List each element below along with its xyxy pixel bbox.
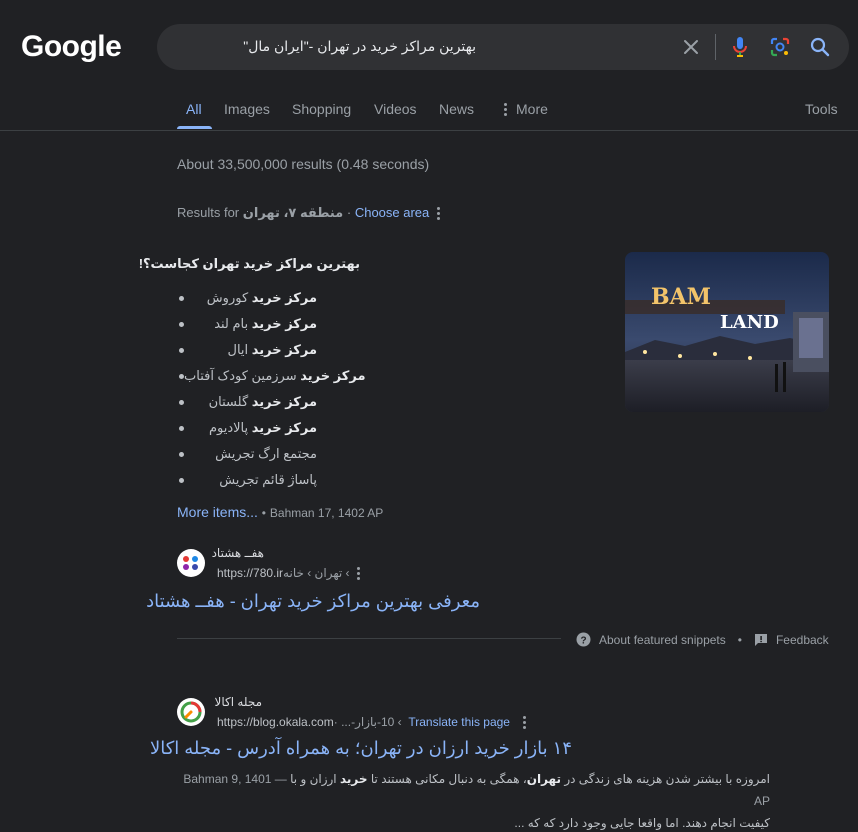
site-name: مجله اکالا xyxy=(214,695,262,709)
results-for-area: Results for منطقه ۷، تهران · Choose area xyxy=(177,205,429,221)
featured-footer: ? About featured snippets • Feedback xyxy=(576,632,829,647)
translate-link[interactable]: Translate this page xyxy=(408,715,510,729)
list-item-text: ایال xyxy=(227,342,252,357)
tab-more[interactable]: More xyxy=(516,101,548,117)
about-featured-snippets-link[interactable]: About featured snippets xyxy=(599,633,726,647)
google-logo[interactable]: Google xyxy=(21,30,122,64)
help-icon: ? xyxy=(576,632,591,647)
list-item-bold: مرکز خرید xyxy=(251,316,317,331)
site-name: هفــ هشتاد xyxy=(211,546,264,560)
site-url[interactable]: https://blog.okala.com › 10-بازار-... · … xyxy=(217,715,510,729)
list-item: مرکز خرید ایال xyxy=(177,337,317,363)
more-items-row: More items... • Bahman 17, 1402 AP xyxy=(177,504,383,520)
list-item: مرکز خرید پالادیوم xyxy=(177,415,317,441)
tab-all[interactable]: All xyxy=(186,101,202,117)
site-favicon-okala[interactable] xyxy=(177,698,205,726)
list-item-bold: مرکز خرید xyxy=(251,290,317,305)
list-item-text: پالادیوم xyxy=(208,420,252,435)
featured-dot: • xyxy=(261,506,266,520)
result-snippet: امروزه با بیشتر شدن هزینه های زندگی در ت… xyxy=(170,768,770,832)
list-item-bold: مرکز خرید xyxy=(300,368,366,383)
featured-snippet-title: بهترین مراکز خرید تهران کجاست؟! xyxy=(138,256,360,271)
search-icon[interactable] xyxy=(808,35,832,59)
results-for-prefix: Results for xyxy=(177,205,240,220)
list-item: مجتمع ارگ تجریش xyxy=(177,441,317,467)
snippet-line-2: کیفیت انجام دهند. اما واقعا جایی وجود دا… xyxy=(514,816,770,830)
list-item: مرکز خرید کوروش xyxy=(177,285,317,311)
list-item: مرکز خرید سرزمین کودک آفتاب xyxy=(177,363,366,389)
search-input[interactable]: بهترین مراکز خرید در تهران -"ایران مال" xyxy=(243,38,476,55)
snippet-line-1: امروزه با بیشتر شدن هزینه های زندگی در ت… xyxy=(183,772,770,808)
feedback-icon xyxy=(754,633,767,646)
list-item-text: سرزمین کودک آفتاب xyxy=(184,368,301,383)
bamland-sign-b: LAND xyxy=(720,312,779,333)
list-item: مرکز خرید گلستان xyxy=(177,389,317,415)
list-item: مرکز خرید بام لند xyxy=(177,311,317,337)
results-for-location: منطقه ۷، تهران xyxy=(242,205,344,220)
site-breadcrumb: › تهران › خانه xyxy=(283,566,353,580)
list-item-text: گلستان xyxy=(208,394,252,409)
featured-snippet-list: مرکز خرید کوروش مرکز خرید بام لند مرکز خ… xyxy=(177,285,366,493)
tab-videos[interactable]: Videos xyxy=(374,101,417,117)
footer-dot: • xyxy=(737,632,742,647)
tab-shopping[interactable]: Shopping xyxy=(292,101,351,117)
search-separator xyxy=(715,34,716,60)
site-url-text: https://780.ir xyxy=(217,566,284,580)
list-item-bold: مرکز خرید xyxy=(251,342,317,357)
list-item-text: مجتمع ارگ تجریش xyxy=(215,446,317,461)
featured-image[interactable]: BAM LAND xyxy=(625,252,829,412)
tab-images[interactable]: Images xyxy=(224,101,270,117)
result-menu-icon[interactable] xyxy=(522,716,526,729)
list-item-text: کوروش xyxy=(206,290,252,305)
site-url[interactable]: https://780.ir › تهران › خانه xyxy=(217,566,353,580)
clear-icon[interactable] xyxy=(679,35,703,59)
result-title-link[interactable]: معرفی بهترین مراکز خرید تهران - هفــ هشت… xyxy=(146,591,480,612)
results-for-menu-icon[interactable] xyxy=(436,207,440,220)
tabs-divider xyxy=(0,130,858,131)
more-vertical-icon[interactable] xyxy=(503,103,507,116)
site-url-text: https://blog.okala.com xyxy=(217,715,334,729)
result-menu-icon[interactable] xyxy=(356,567,360,580)
list-item: پاساژ قائم تجریش xyxy=(177,467,317,493)
lens-icon[interactable] xyxy=(768,35,792,59)
results-for-separator: · xyxy=(346,205,352,220)
choose-area-link[interactable]: Choose area xyxy=(355,205,429,220)
result-title-link[interactable]: ۱۴ بازار خرید ارزان در تهران؛ به همراه آ… xyxy=(150,738,572,759)
list-item-text: بام لند xyxy=(214,316,252,331)
bamland-sign-a: BAM xyxy=(651,284,711,310)
list-item-bold: مرکز خرید xyxy=(251,394,317,409)
more-items-link[interactable]: More items... xyxy=(177,504,258,520)
feedback-link[interactable]: Feedback xyxy=(776,633,829,647)
featured-divider xyxy=(177,638,561,639)
tools-button[interactable]: Tools xyxy=(805,101,838,117)
site-breadcrumb: › 10-بازار-... · xyxy=(333,715,406,729)
featured-date: Bahman 17, 1402 AP xyxy=(269,506,384,520)
list-item-bold: مرکز خرید xyxy=(251,420,317,435)
tab-news[interactable]: News xyxy=(439,101,474,117)
svg-text:?: ? xyxy=(580,636,586,647)
list-item-text: پاساژ قائم تجریش xyxy=(219,472,317,487)
site-favicon-780[interactable] xyxy=(177,549,205,577)
result-stats: About 33,500,000 results (0.48 seconds) xyxy=(177,156,430,172)
microphone-icon[interactable] xyxy=(728,35,752,59)
active-tab-indicator xyxy=(177,126,212,129)
